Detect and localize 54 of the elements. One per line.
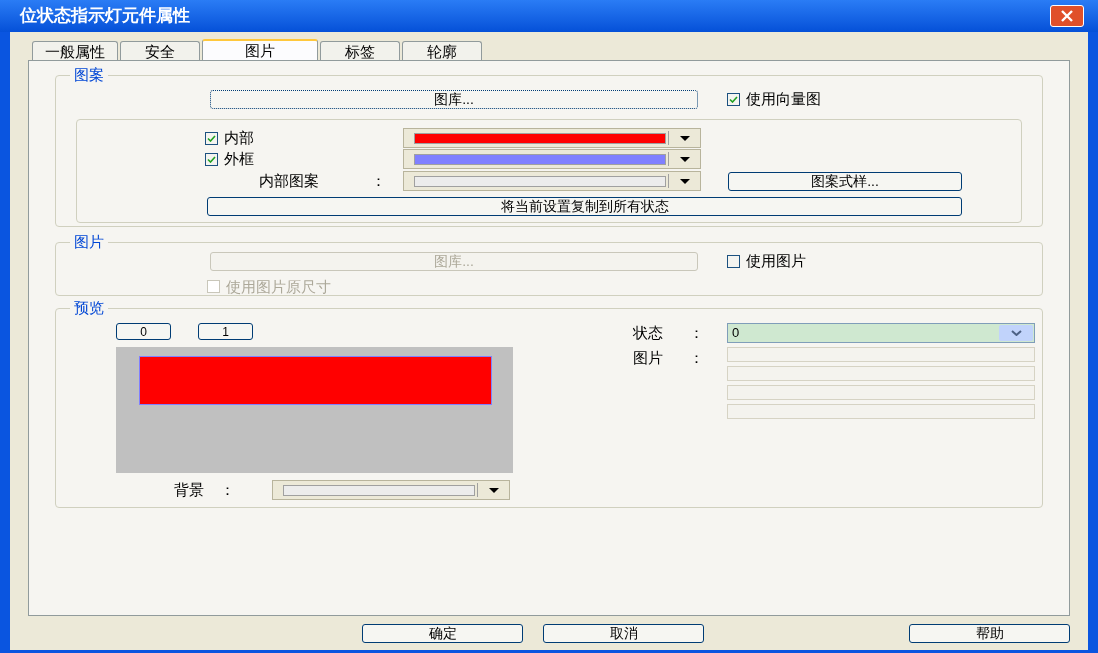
tab[interactable]: 标签	[320, 41, 400, 60]
picture-name-field[interactable]	[727, 385, 1035, 400]
state-button[interactable]: 1	[198, 323, 253, 340]
checkbox[interactable]	[727, 254, 740, 268]
field-label: 背景	[174, 480, 205, 500]
checkbox[interactable]	[205, 131, 218, 145]
color-dropdown[interactable]	[403, 128, 701, 148]
colon: ：	[220, 480, 236, 500]
close-button[interactable]	[1050, 5, 1084, 27]
dropdown-arrow-icon	[680, 135, 690, 141]
tab[interactable]: 轮廓	[402, 41, 482, 60]
group-title: 图片	[70, 233, 108, 251]
state-button[interactable]: 0	[116, 323, 171, 340]
colon: ：	[689, 348, 705, 368]
dropdown-arrow-icon	[680, 178, 690, 184]
check-icon	[207, 155, 216, 163]
field-label: 内部图案	[259, 170, 320, 191]
chevron-down-icon	[1010, 330, 1022, 336]
checkbox-label: 外框	[224, 148, 254, 169]
dropdown-arrow-icon	[489, 487, 499, 493]
checkbox[interactable]	[727, 92, 740, 106]
tab[interactable]: 一般属性	[32, 41, 118, 60]
group-title: 图案	[70, 66, 108, 84]
color-dropdown[interactable]	[403, 171, 701, 191]
help-button[interactable]: 帮助	[909, 623, 1070, 643]
ok-button[interactable]: 确定	[362, 623, 523, 643]
color-dropdown[interactable]	[403, 149, 701, 169]
checkbox-label: 使用图片	[746, 251, 806, 271]
picture-name-field[interactable]	[727, 404, 1035, 419]
close-icon	[1060, 10, 1074, 22]
library-button[interactable]: 图库...	[210, 89, 698, 109]
picture-name-field[interactable]	[727, 366, 1035, 381]
window-title: 位状态指示灯元件属性	[20, 5, 190, 28]
dropdown-button[interactable]	[999, 325, 1033, 341]
state-dropdown[interactable]: 0	[727, 323, 1035, 343]
cancel-button[interactable]: 取消	[543, 623, 704, 643]
field-label: 状态	[633, 322, 664, 343]
field-label: 图片	[633, 348, 664, 368]
picture-name-field[interactable]	[727, 347, 1035, 362]
copy-settings-button[interactable]: 将当前设置复制到所有状态	[207, 196, 962, 216]
color-dropdown[interactable]	[272, 480, 510, 501]
colon: ：	[689, 322, 705, 343]
checkbox-label: 使用图片原尺寸	[226, 276, 331, 297]
group-title: 预览	[70, 299, 108, 317]
check-icon	[729, 95, 738, 103]
checkbox[interactable]	[205, 152, 218, 166]
dropdown-arrow-icon	[680, 156, 690, 162]
pattern-style-button[interactable]: 图案式样...	[728, 171, 962, 191]
tab[interactable]: 安全	[120, 41, 200, 60]
checkbox-label: 内部	[224, 127, 254, 148]
colon: ：	[371, 170, 387, 191]
check-icon	[207, 134, 216, 142]
checkbox-label: 使用向量图	[746, 89, 821, 109]
tab[interactable]: 图片	[202, 39, 318, 60]
